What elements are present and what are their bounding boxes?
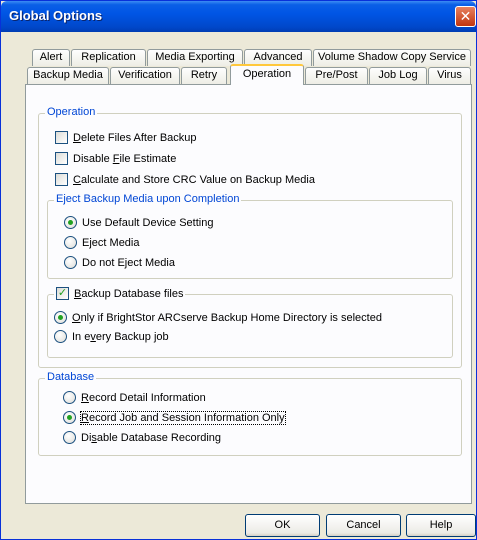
radio-button[interactable] [54, 330, 67, 343]
tab-backup-media[interactable]: Backup Media [27, 67, 109, 84]
close-icon[interactable]: ✕ [455, 6, 476, 27]
eject-media-group-label: Eject Backup Media upon Completion [54, 193, 242, 205]
cancel-button[interactable]: Cancel [326, 514, 401, 537]
checkbox-box[interactable] [55, 173, 68, 186]
disable-database-recording-radio[interactable]: Disable Database Recording [63, 431, 221, 444]
calculate-crc-checkbox[interactable]: Calculate and Store CRC Value on Backup … [55, 173, 315, 186]
radio-button[interactable] [63, 411, 76, 424]
only-if-home-directory-label: Only if BrightStor ARCserve Backup Home … [72, 311, 382, 324]
radio-button[interactable] [64, 256, 77, 269]
disable-file-estimate-label: Disable File Estimate [73, 152, 177, 165]
operation-group: Operation Delete Files After Backup Disa… [38, 106, 462, 368]
radio-button[interactable] [63, 391, 76, 404]
backup-database-label: Backup Database files [74, 287, 184, 300]
checkbox-box[interactable] [55, 131, 68, 144]
eject-media-radio[interactable]: Eject Media [64, 236, 140, 249]
tab-media-exporting[interactable]: Media Exporting [147, 49, 243, 66]
window-title: Global Options [9, 8, 103, 23]
tab-retry[interactable]: Retry [181, 67, 227, 84]
eject-media-label: Eject Media [82, 236, 140, 249]
delete-files-label: Delete Files After Backup [73, 131, 197, 144]
disable-database-recording-label: Disable Database Recording [81, 431, 222, 444]
title-bar[interactable]: Global Options ✕ [1, 1, 476, 32]
record-job-session-radio[interactable]: Record Job and Session Information Only [63, 410, 286, 425]
database-group-label: Database [45, 371, 97, 383]
radio-button[interactable] [54, 311, 67, 324]
tab-virus[interactable]: Virus [428, 67, 471, 84]
record-detail-label: Record Detail Information [81, 391, 206, 404]
record-detail-radio[interactable]: Record Detail Information [63, 391, 206, 404]
tab-volume-shadow-copy-service[interactable]: Volume Shadow Copy Service [313, 49, 471, 66]
radio-button[interactable] [63, 431, 76, 444]
backup-database-checkbox[interactable]: ✓ Backup Database files [54, 287, 186, 300]
do-not-eject-label: Do not Eject Media [82, 256, 175, 269]
tab-verification[interactable]: Verification [110, 67, 180, 84]
tab-operation[interactable]: Operation [230, 64, 304, 85]
calculate-crc-label: Calculate and Store CRC Value on Backup … [73, 173, 315, 186]
record-job-session-label: Record Job and Session Information Only [80, 410, 286, 425]
in-every-backup-job-label: In every Backup job [72, 330, 169, 343]
global-options-window: Global Options ✕ Alert Replication Media… [0, 0, 477, 540]
checkbox-box[interactable] [55, 152, 68, 165]
radio-button[interactable] [64, 216, 77, 229]
tab-alert[interactable]: Alert [32, 49, 70, 66]
tab-pre-post[interactable]: Pre/Post [305, 67, 368, 84]
database-group: Database Record Detail Information Recor… [38, 371, 462, 456]
in-every-backup-job-radio[interactable]: In every Backup job [54, 330, 169, 343]
radio-button[interactable] [64, 236, 77, 249]
operation-tab-panel: Operation Delete Files After Backup Disa… [25, 84, 472, 504]
backup-database-group: ✓ Backup Database files Only if BrightSt… [47, 287, 453, 358]
use-default-device-label: Use Default Device Setting [82, 216, 214, 229]
tab-replication[interactable]: Replication [71, 49, 146, 66]
ok-button[interactable]: OK [245, 514, 320, 537]
operation-group-label: Operation [45, 106, 98, 118]
eject-media-group: Eject Backup Media upon Completion Use D… [47, 193, 453, 279]
delete-files-checkbox[interactable]: Delete Files After Backup [55, 131, 197, 144]
help-button[interactable]: Help [406, 514, 476, 537]
do-not-eject-radio[interactable]: Do not Eject Media [64, 256, 175, 269]
only-if-home-directory-radio[interactable]: Only if BrightStor ARCserve Backup Home … [54, 311, 382, 324]
use-default-device-radio[interactable]: Use Default Device Setting [64, 216, 213, 229]
tab-job-log[interactable]: Job Log [369, 67, 427, 84]
disable-file-estimate-checkbox[interactable]: Disable File Estimate [55, 152, 176, 165]
checkbox-box[interactable]: ✓ [56, 287, 69, 300]
